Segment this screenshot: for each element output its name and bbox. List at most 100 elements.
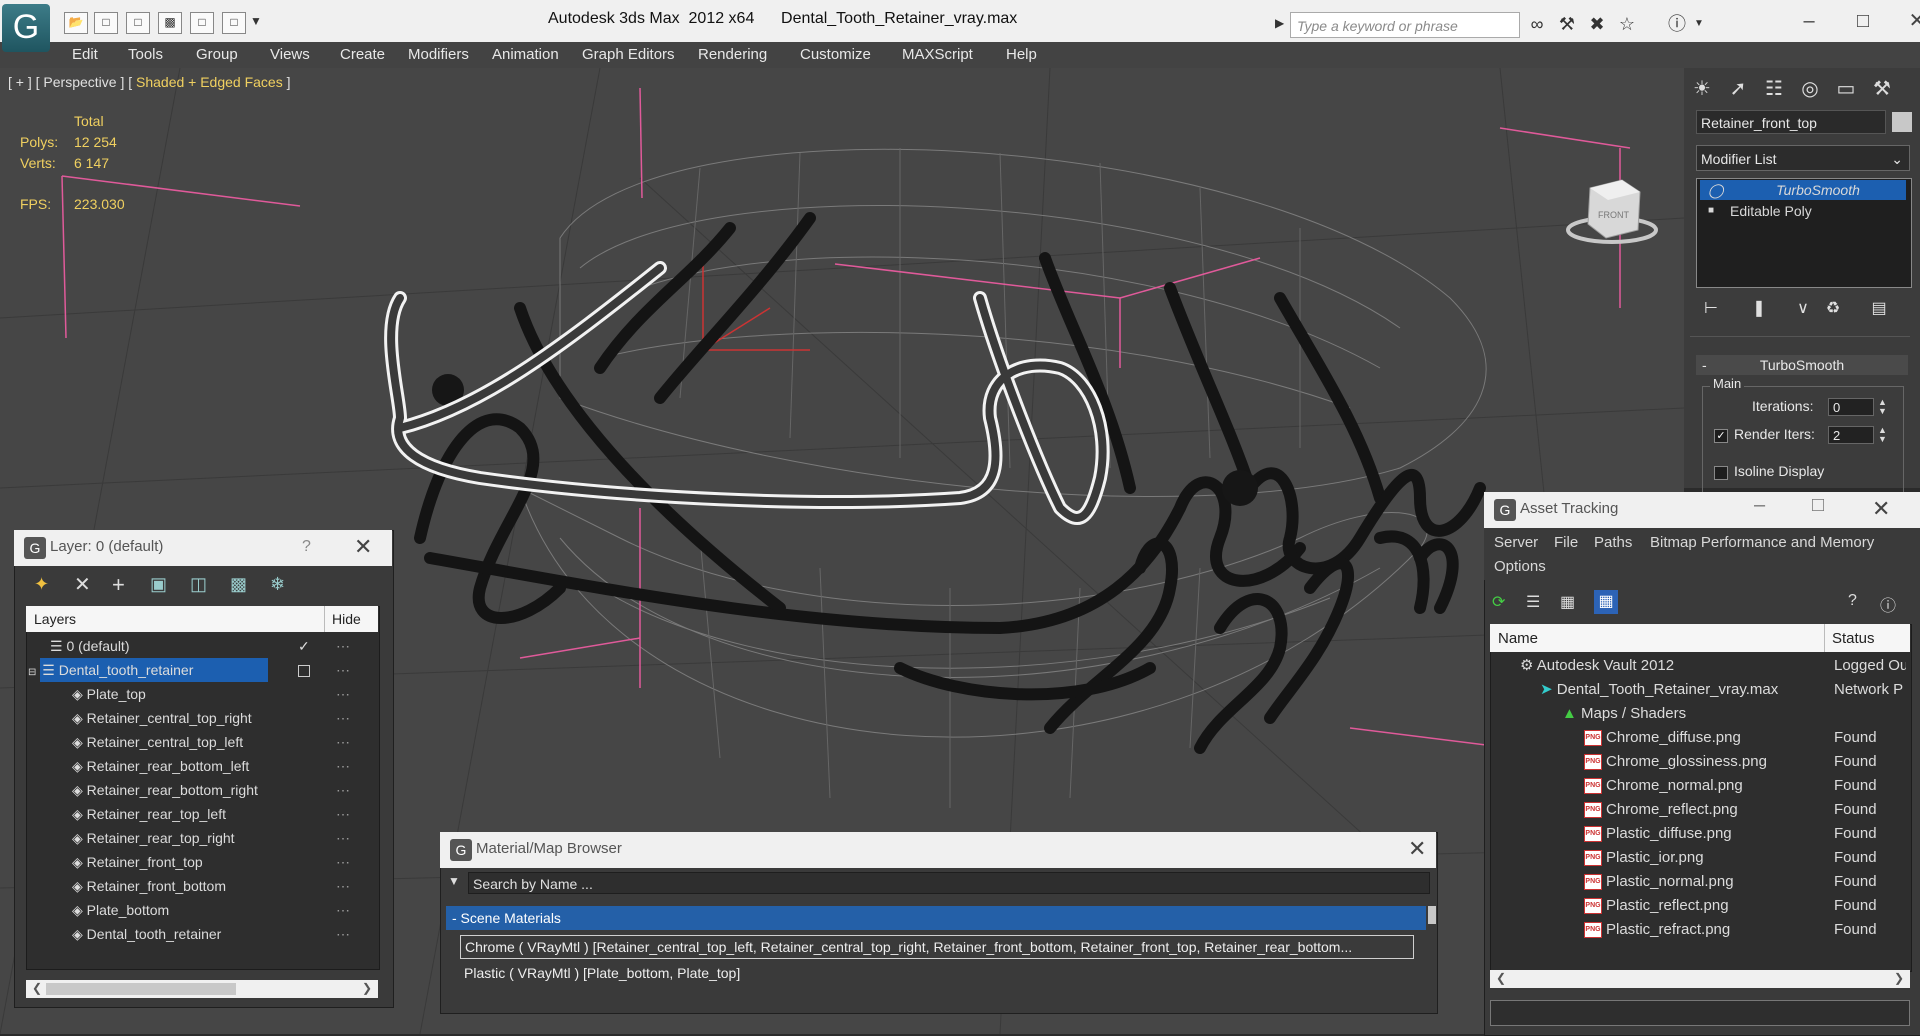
menu-views[interactable]: Views	[270, 46, 310, 63]
render-iters-spinner[interactable]: 2	[1828, 426, 1874, 444]
asset-row-map[interactable]: PNG Chrome_reflect.png	[1584, 798, 1738, 822]
hide-toggle[interactable]: ⋯	[336, 658, 350, 682]
hierarchy-tab-icon[interactable]: ☷	[1760, 76, 1788, 102]
open-folder-icon[interactable]: 📂	[64, 12, 88, 34]
table-view-icon[interactable]: ▦	[1594, 590, 1618, 614]
add-to-layer-icon[interactable]: +	[112, 572, 125, 598]
material-item-chrome[interactable]: Chrome ( VRayMtl ) [Retainer_central_top…	[460, 935, 1414, 959]
layer-object-row[interactable]: ◈ Retainer_front_top ⋯	[28, 850, 382, 874]
expand-plus-icon[interactable]: ■	[1708, 201, 1714, 221]
configure-sets-icon[interactable]: ▤	[1868, 298, 1890, 320]
scroll-left-icon[interactable]: ❮	[32, 981, 42, 995]
display-tab-icon[interactable]: ▭	[1832, 76, 1860, 102]
horizontal-scrollbar[interactable]	[1490, 970, 1910, 988]
app-logo-button[interactable]: G	[2, 4, 50, 52]
asset-row-map[interactable]: PNG Plastic_diffuse.png	[1584, 822, 1732, 846]
menu-animation[interactable]: Animation	[492, 46, 559, 63]
qa-dropdown-icon[interactable]: ▼	[250, 14, 262, 28]
layer-object-row[interactable]: ◈ Plate_top ⋯	[28, 682, 382, 706]
favorites-star-icon[interactable]: ☆	[1614, 12, 1640, 36]
create-tab-icon[interactable]: ☀	[1688, 76, 1716, 102]
menu-paths[interactable]: Paths	[1594, 534, 1632, 551]
asset-row-map[interactable]: PNG Plastic_reflect.png	[1584, 894, 1729, 918]
hide-toggle[interactable]: ⋯	[336, 874, 350, 898]
search-input[interactable]: Type a keyword or phrase	[1290, 12, 1520, 38]
object-color-swatch[interactable]	[1892, 112, 1912, 132]
layer-object-row[interactable]: ◈ Retainer_central_top_right ⋯	[28, 706, 382, 730]
utilities-tab-icon[interactable]: ⚒	[1868, 76, 1896, 102]
viewport-label-prefix[interactable]: [ + ] [ Perspective ] [	[8, 74, 136, 90]
menu-group[interactable]: Group	[196, 46, 238, 63]
material-search-input[interactable]: Search by Name ...	[468, 872, 1430, 894]
menu-file[interactable]: File	[1554, 534, 1578, 551]
spinner-arrows-icon[interactable]: ▲ ▼	[1878, 398, 1887, 416]
asset-row-map[interactable]: PNG Plastic_ior.png	[1584, 846, 1704, 870]
project-folder-icon[interactable]: ▩	[158, 12, 182, 34]
scrollbar-thumb[interactable]	[46, 983, 236, 995]
stack-item-turbosmooth[interactable]: ◯ TurboSmooth	[1700, 180, 1906, 200]
layer-object-row[interactable]: ◈ Dental_tooth_retainer ⋯	[28, 922, 382, 946]
help-icon[interactable]: ⓘ	[1664, 12, 1690, 36]
help-icon[interactable]: ?	[1848, 592, 1857, 610]
viewport-shading-mode[interactable]: Shaded + Edged Faces	[136, 74, 283, 90]
help-dropdown-icon[interactable]: ▼	[1694, 18, 1704, 29]
asset-row-maps-shaders[interactable]: ▲ Maps / Shaders	[1562, 702, 1686, 726]
create-layer-icon[interactable]: ✦	[34, 574, 49, 595]
help-button[interactable]: ?	[302, 538, 311, 556]
hide-toggle[interactable]: ⋯	[336, 634, 350, 658]
menu-maxscript[interactable]: MAXScript	[902, 46, 973, 63]
pin-stack-icon[interactable]: ⊢	[1700, 298, 1722, 320]
layer-object-row[interactable]: ◈ Retainer_rear_bottom_right ⋯	[28, 778, 382, 802]
layer-object-row[interactable]: ◈ Plate_bottom ⋯	[28, 898, 382, 922]
asset-row-scene-file[interactable]: ➤ Dental_Tooth_Retainer_vray.max	[1540, 678, 1778, 702]
show-end-result-icon[interactable]: ❚	[1748, 298, 1770, 320]
select-objects-icon[interactable]: ▣	[150, 574, 167, 595]
new-file-icon[interactable]: □	[126, 12, 150, 34]
minimize-button[interactable]: –	[1786, 6, 1832, 36]
spinner-arrows-icon[interactable]: ▲ ▼	[1878, 426, 1887, 444]
save-icon[interactable]: □	[94, 12, 118, 34]
column-hide[interactable]: Hide	[332, 611, 361, 627]
communication-icon[interactable]: ✖	[1584, 12, 1610, 36]
hide-toggle[interactable]: ⋯	[336, 826, 350, 850]
asset-path-field[interactable]	[1490, 1000, 1910, 1026]
column-layers[interactable]: Layers	[34, 611, 76, 627]
modify-tab-icon[interactable]: ➚	[1724, 76, 1752, 102]
hide-toggle[interactable]: ⋯	[336, 922, 350, 946]
close-icon[interactable]: ✕	[1408, 836, 1426, 862]
turbosmooth-rollout-header[interactable]: - TurboSmooth	[1696, 355, 1908, 375]
scrollbar-thumb[interactable]	[1428, 906, 1436, 924]
scene-materials-group[interactable]: - Scene Materials	[446, 906, 1426, 930]
iterations-spinner[interactable]: 0	[1828, 398, 1874, 416]
active-check-icon[interactable]: ✓	[298, 634, 310, 658]
menu-tools[interactable]: Tools	[128, 46, 163, 63]
layer-row[interactable]: ☰ 0 (default) ✓ ⋯	[28, 634, 382, 658]
binoculars-icon[interactable]: ∞	[1524, 12, 1550, 36]
layer-dialog-titlebar[interactable]: Layer: 0 (default)	[14, 530, 392, 566]
layer-row-selected[interactable]: ⊟ ☰ Dental_tooth_retainer ⋯	[28, 658, 382, 682]
motion-tab-icon[interactable]: ◎	[1796, 76, 1824, 102]
scroll-right-icon[interactable]: ❯	[1894, 971, 1904, 985]
highlight-layer-icon[interactable]: ◫	[190, 574, 207, 595]
close-button[interactable]: ✕	[1894, 6, 1920, 36]
viewport-label[interactable]: [ + ] [ Perspective ] [ Shaded + Edged F…	[8, 74, 291, 90]
asset-row-map[interactable]: PNG Chrome_glossiness.png	[1584, 750, 1767, 774]
redo-icon[interactable]: □	[222, 12, 246, 34]
asset-row-map[interactable]: PNG Plastic_refract.png	[1584, 918, 1730, 942]
viewcube[interactable]: FRONT	[1566, 179, 1658, 244]
menu-create[interactable]: Create	[340, 46, 385, 63]
render-iters-checkbox[interactable]: ✓	[1714, 429, 1728, 443]
isoline-display-checkbox[interactable]	[1714, 466, 1728, 480]
column-name[interactable]: Name	[1498, 630, 1538, 647]
context-help-icon[interactable]: ⓘ	[1880, 592, 1896, 616]
maximize-button[interactable]: □	[1812, 494, 1824, 517]
modifier-list-dropdown[interactable]: Modifier List ⌄	[1696, 145, 1910, 171]
layer-object-row[interactable]: ◈ Retainer_rear_bottom_left ⋯	[28, 754, 382, 778]
hide-toggle[interactable]: ⋯	[336, 778, 350, 802]
lightbulb-icon[interactable]: ◯	[1708, 180, 1724, 200]
menu-customize[interactable]: Customize	[800, 46, 871, 63]
material-item-plastic[interactable]: Plastic ( VRayMtl ) [Plate_bottom, Plate…	[460, 962, 1414, 984]
search-expand-icon[interactable]: ▶	[1275, 16, 1284, 30]
hide-toggle[interactable]: ⋯	[336, 754, 350, 778]
hide-toggle[interactable]: ⋯	[336, 730, 350, 754]
